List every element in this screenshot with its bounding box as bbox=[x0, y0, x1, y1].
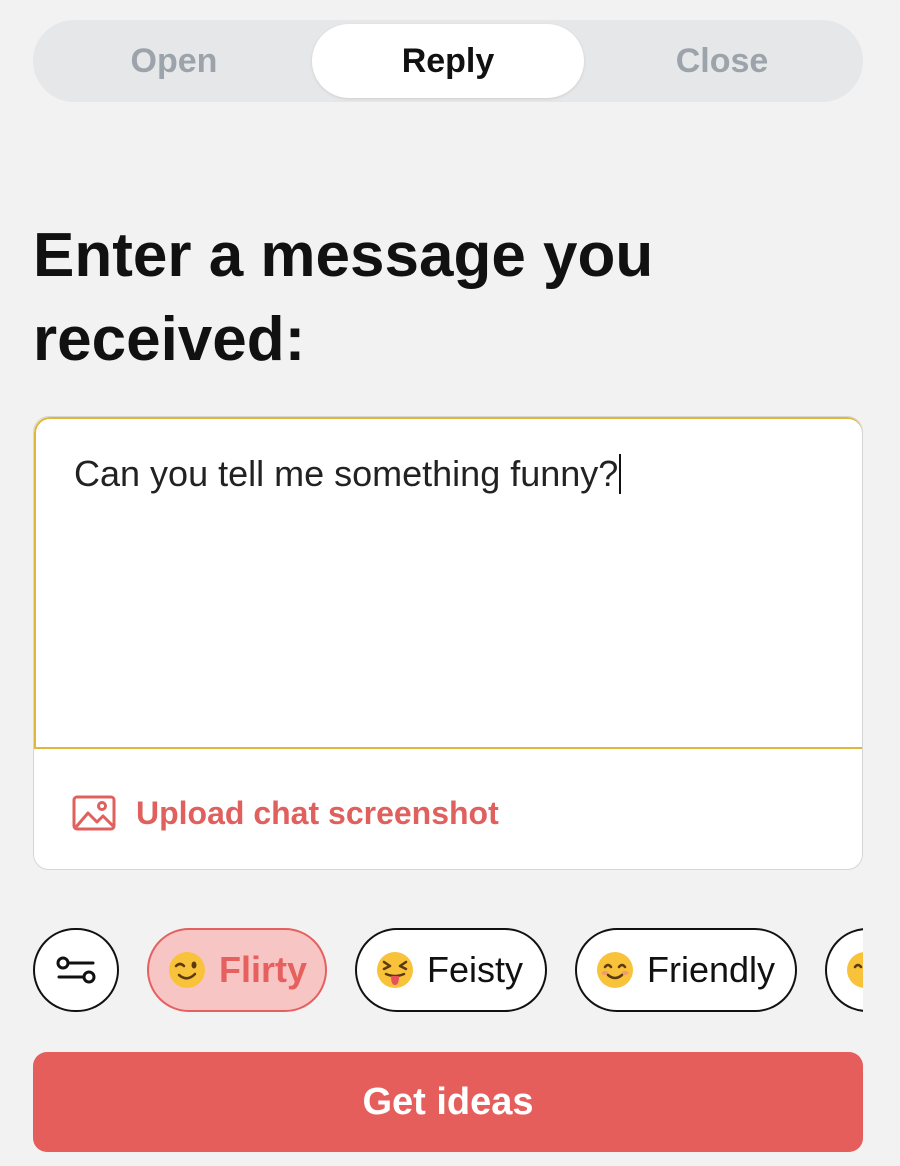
tongue-squinting-face-emoji bbox=[375, 950, 415, 990]
tone-more[interactable] bbox=[825, 928, 863, 1012]
message-value: Can you tell me something funny? bbox=[74, 453, 619, 494]
image-icon bbox=[72, 795, 116, 831]
filter-button[interactable] bbox=[33, 928, 119, 1012]
upload-label: Upload chat screenshot bbox=[136, 794, 499, 831]
tab-close[interactable]: Close bbox=[586, 24, 858, 98]
tab-reply[interactable]: Reply bbox=[312, 24, 584, 98]
smiling-face-emoji bbox=[595, 950, 635, 990]
partially-visible-emoji bbox=[845, 950, 863, 990]
tab-open[interactable]: Open bbox=[38, 24, 310, 98]
tone-label: Flirty bbox=[219, 949, 308, 990]
get-ideas-button[interactable]: Get ideas bbox=[33, 1052, 863, 1152]
winking-face-emoji bbox=[167, 950, 207, 990]
message-text: Can you tell me something funny? bbox=[74, 453, 622, 495]
tone-label: Friendly bbox=[647, 949, 776, 990]
tone-flirty[interactable]: Flirty bbox=[147, 928, 327, 1012]
page-title: Enter a message you received: bbox=[33, 221, 654, 374]
tone-chips: Flirty Feisty Friendly bbox=[33, 926, 863, 1016]
mode-tabs: Open Reply Close bbox=[33, 20, 863, 102]
tone-friendly[interactable]: Friendly bbox=[575, 928, 797, 1012]
tone-feisty[interactable]: Feisty bbox=[355, 928, 547, 1012]
tone-label: Feisty bbox=[427, 949, 524, 990]
message-card: Can you tell me something funny? Upload … bbox=[33, 416, 863, 870]
message-input[interactable]: Can you tell me something funny? bbox=[34, 417, 862, 749]
sliders-icon bbox=[55, 955, 97, 985]
text-cursor bbox=[619, 454, 622, 494]
upload-screenshot-button[interactable]: Upload chat screenshot bbox=[72, 791, 499, 835]
